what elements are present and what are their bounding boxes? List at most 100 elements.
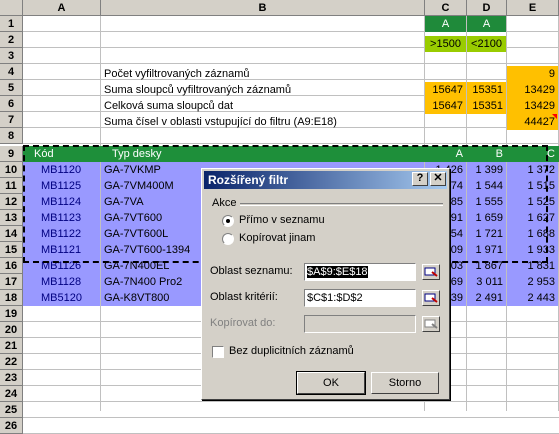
cell-b4[interactable]: Počet vyfiltrovaných záznamů	[101, 66, 424, 82]
radio-in-place[interactable]	[222, 215, 234, 227]
row-header-6[interactable]: 6	[0, 96, 23, 112]
cell-c1[interactable]: A	[425, 16, 466, 32]
row-header-8[interactable]: 8	[0, 128, 23, 144]
table-header-c[interactable]: C	[507, 146, 558, 162]
row-header-5[interactable]: 5	[0, 80, 23, 96]
cell-d2[interactable]: <2100	[467, 36, 506, 52]
row-header-2[interactable]: 2	[0, 32, 23, 48]
cell-d5[interactable]: 15351	[467, 82, 506, 98]
list-range-collapse-button[interactable]	[422, 264, 440, 280]
table-cell-code[interactable]: MB1128	[23, 274, 100, 290]
list-range-input[interactable]: $A$9:$E$18	[304, 263, 416, 281]
table-header-typ[interactable]: Typ desky	[109, 146, 409, 162]
table-cell-value[interactable]: 1 544	[467, 178, 506, 194]
table-cell-value[interactable]: 1 555	[467, 194, 506, 210]
row-header-24[interactable]: 24	[0, 386, 23, 402]
row-header-13[interactable]: 13	[0, 210, 23, 226]
cell-d1[interactable]: A	[467, 16, 506, 32]
table-cell-value[interactable]: 1 525	[507, 194, 558, 210]
cell-c5[interactable]: 15647	[425, 82, 466, 98]
cell-e7[interactable]: 44427	[507, 114, 558, 130]
row-header-19[interactable]: 19	[0, 306, 23, 322]
table-cell-value[interactable]: 1 971	[467, 242, 506, 258]
radio-copy-to-label[interactable]: Kopírovat jinam	[239, 232, 315, 244]
column-header-d[interactable]: D	[467, 0, 507, 16]
table-cell-value[interactable]: 1 372	[507, 162, 558, 178]
row-header-17[interactable]: 17	[0, 274, 23, 290]
table-header-b[interactable]: B	[467, 146, 506, 162]
select-all-corner[interactable]	[0, 0, 23, 16]
radio-copy-to[interactable]	[222, 233, 234, 245]
row-header-1[interactable]: 1	[0, 16, 23, 32]
criteria-range-input[interactable]: $C$1:$D$2	[304, 289, 416, 307]
row-header-23[interactable]: 23	[0, 370, 23, 386]
row-header-11[interactable]: 11	[0, 178, 23, 194]
table-cell-value[interactable]: 1 867	[467, 258, 506, 274]
table-cell-code[interactable]: MB1126	[23, 258, 100, 274]
dialog-title-bar[interactable]: Rozšířený filtr	[204, 171, 447, 189]
table-cell-value[interactable]: 1 688	[507, 226, 558, 242]
radio-in-place-label[interactable]: Přímo v seznamu	[239, 214, 325, 226]
cell-e6[interactable]: 13429	[507, 98, 558, 114]
group-divider	[240, 203, 443, 206]
cell-b5[interactable]: Suma sloupců vyfiltrovaných záznamů	[101, 82, 424, 98]
cell-c2[interactable]: >1500	[425, 36, 466, 52]
row-header-22[interactable]: 22	[0, 354, 23, 370]
criteria-range-collapse-button[interactable]	[422, 290, 440, 306]
table-cell-value[interactable]: 1 627	[507, 210, 558, 226]
unique-records-label[interactable]: Bez duplicitních záznamů	[229, 345, 354, 357]
table-header-kod[interactable]: Kód	[31, 146, 99, 162]
row-header-21[interactable]: 21	[0, 338, 23, 354]
row-header-9[interactable]: 9	[0, 146, 23, 162]
table-cell-code[interactable]: MB1121	[23, 242, 100, 258]
row-header-18[interactable]: 18	[0, 290, 23, 306]
unique-records-checkbox[interactable]	[212, 346, 224, 358]
cell-c6[interactable]: 15647	[425, 98, 466, 114]
cell-e4[interactable]: 9	[507, 66, 558, 82]
column-header-b[interactable]: B	[101, 0, 425, 16]
row-header-20[interactable]: 20	[0, 322, 23, 338]
cell-d6[interactable]: 15351	[467, 98, 506, 114]
table-cell-value[interactable]: 2 443	[507, 290, 558, 306]
table-cell-value[interactable]: 1 721	[467, 226, 506, 242]
copy-to-label: Kopírovat do:	[210, 317, 276, 329]
cell-b6[interactable]: Celková suma sloupců dat	[101, 98, 424, 114]
cancel-button[interactable]: Storno	[371, 372, 439, 394]
help-button[interactable]: ?	[412, 172, 428, 186]
table-header-a[interactable]: A	[425, 146, 466, 162]
row-header-25[interactable]: 25	[0, 402, 23, 418]
row-header-7[interactable]: 7	[0, 112, 23, 128]
row-header-12[interactable]: 12	[0, 194, 23, 210]
column-header-e[interactable]: E	[507, 0, 559, 16]
table-cell-code[interactable]: MB1122	[23, 226, 100, 242]
copy-to-collapse-button	[422, 316, 440, 332]
close-button[interactable]: ✕	[430, 172, 446, 186]
advanced-filter-dialog: Rozšířený filtr ? ✕ Akce Přímo v seznamu…	[201, 168, 450, 400]
cell-e5[interactable]: 13429	[507, 82, 558, 98]
table-cell-code[interactable]: MB1120	[23, 162, 100, 178]
row-header-16[interactable]: 16	[0, 258, 23, 274]
row-header-10[interactable]: 10	[0, 162, 23, 178]
table-cell-value[interactable]: 1 399	[467, 162, 506, 178]
ok-button[interactable]: OK	[296, 371, 366, 395]
table-cell-code[interactable]: MB5120	[23, 290, 100, 306]
row-header-15[interactable]: 15	[0, 242, 23, 258]
column-header-c[interactable]: C	[425, 0, 467, 16]
cell-b7[interactable]: Suma čísel v oblasti vstupující do filtr…	[101, 114, 424, 130]
table-cell-code[interactable]: MB1124	[23, 194, 100, 210]
row-header-3[interactable]: 3	[0, 48, 23, 64]
table-cell-value[interactable]: 1 659	[467, 210, 506, 226]
column-header-a[interactable]: A	[23, 0, 101, 16]
table-cell-value[interactable]: 1 831	[507, 258, 558, 274]
table-cell-value[interactable]: 1 515	[507, 178, 558, 194]
table-cell-value[interactable]: 1 933	[507, 242, 558, 258]
table-cell-code[interactable]: MB1125	[23, 178, 100, 194]
table-cell-value[interactable]: 2 953	[507, 274, 558, 290]
row-header-14[interactable]: 14	[0, 226, 23, 242]
table-cell-value[interactable]: 2 491	[467, 290, 506, 306]
row-header-4[interactable]: 4	[0, 64, 23, 80]
table-cell-code[interactable]: MB1123	[23, 210, 100, 226]
row-header-26[interactable]: 26	[0, 418, 23, 434]
table-cell-value[interactable]: 3 011	[467, 274, 506, 290]
gridline	[23, 143, 559, 144]
